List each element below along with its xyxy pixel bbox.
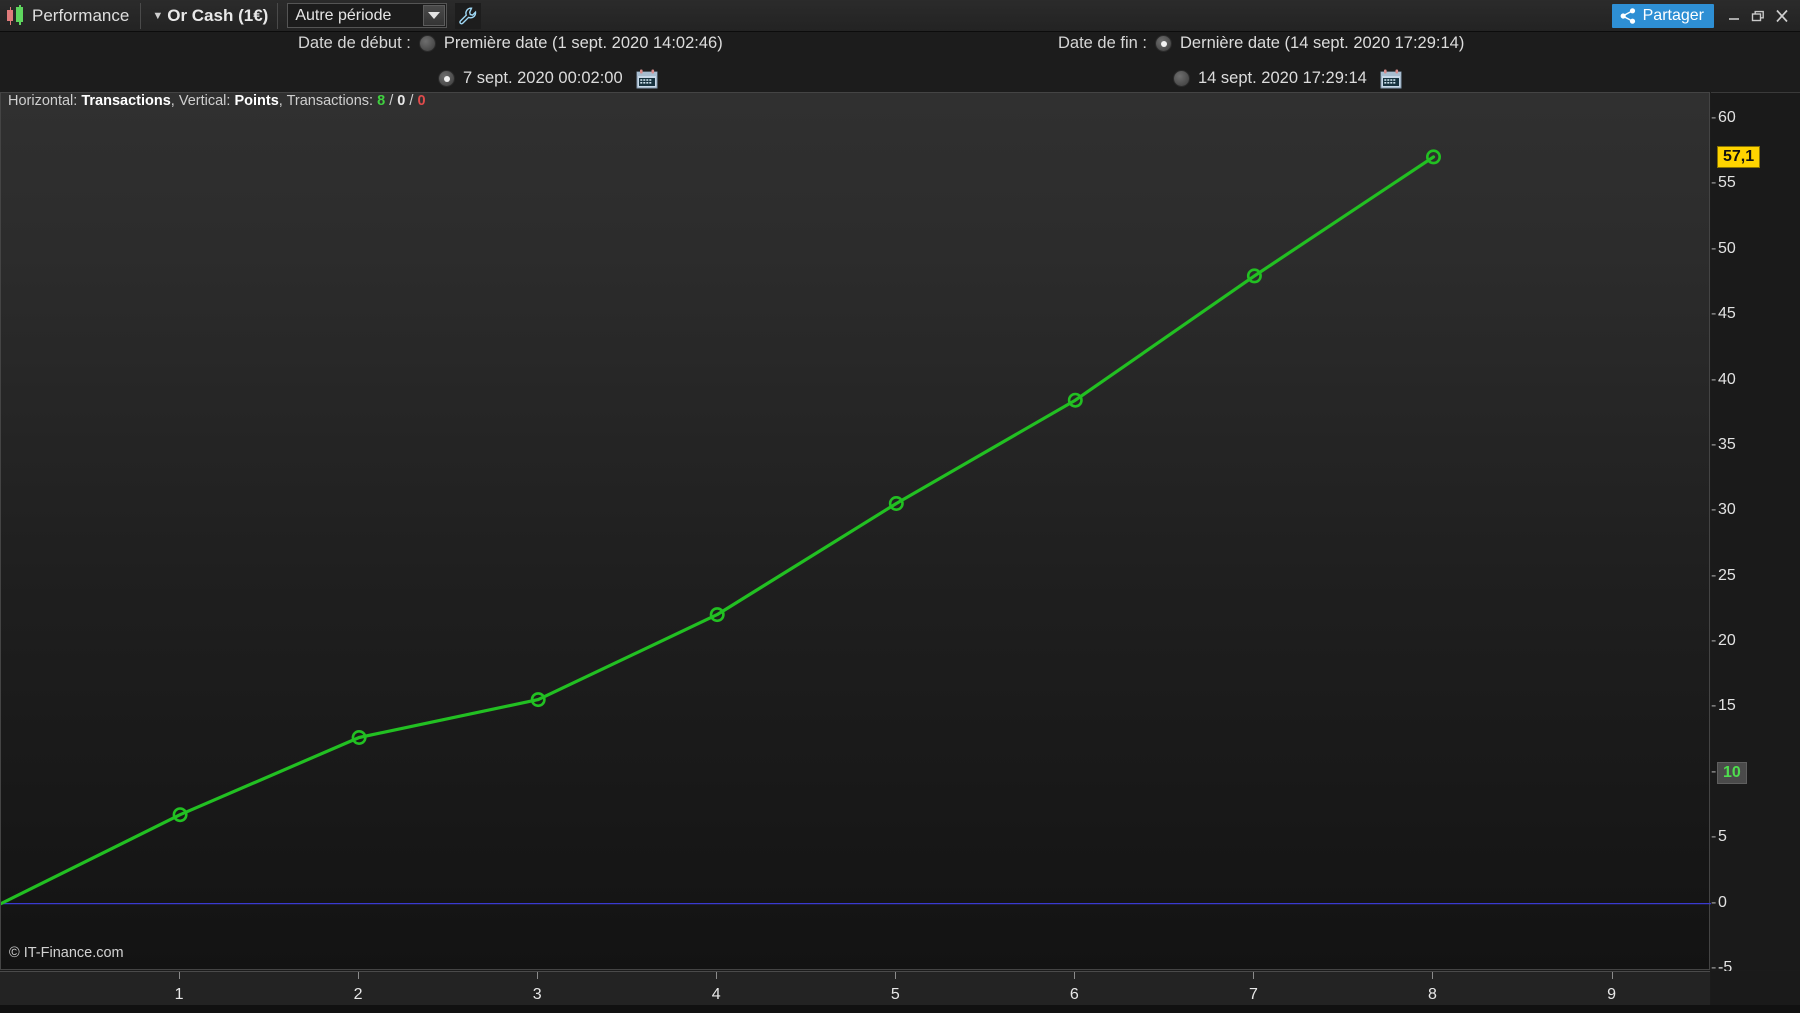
x-axis-tick-label: 6 — [1070, 986, 1079, 1004]
x-axis-tick-label: 3 — [533, 986, 542, 1004]
page-title: Performance — [30, 6, 137, 26]
app-identity: Performance — [0, 0, 137, 32]
share-nodes-icon — [1619, 7, 1637, 25]
x-axis-tick-label: 2 — [354, 986, 363, 1004]
y-axis-tick-label: -60 — [1711, 109, 1736, 127]
x-axis-tick-mark — [1612, 972, 1613, 979]
transactions-loss-count: 0 — [417, 93, 425, 109]
y-axis-tick-label: -20 — [1711, 632, 1736, 650]
plot-area[interactable] — [1, 119, 1711, 969]
start-date-first-row: Date de début : Première date (1 sept. 2… — [298, 34, 723, 53]
x-axis-tick-mark — [1253, 972, 1254, 979]
x-axis-tick-mark — [1432, 972, 1433, 979]
y-axis-tick-label: -55 — [1711, 174, 1736, 192]
series-line-points — [1, 157, 1434, 904]
chevron-down-icon[interactable]: ▼ — [144, 10, 163, 22]
y-axis-tick-label: -30 — [1711, 501, 1736, 519]
x-axis-tick-mark — [716, 972, 717, 979]
instrument-label: Or Cash (1€) — [163, 6, 274, 26]
start-first-date-text: Première date (1 sept. 2020 14:02:46) — [444, 34, 723, 53]
transactions-label: , Transactions: — [279, 93, 377, 109]
restore-button[interactable] — [1746, 2, 1770, 30]
end-custom-date-text: 14 sept. 2020 17:29:14 — [1198, 69, 1367, 88]
instrument-selector[interactable]: ▼ Or Cash (1€) — [144, 0, 274, 32]
x-axis-tick-mark — [1074, 972, 1075, 979]
horizontal-label: Horizontal: — [8, 93, 77, 109]
title-bar: Performance ▼ Or Cash (1€) Autre période… — [0, 0, 1800, 32]
end-date-custom-row: 14 sept. 2020 17:29:14 — [1165, 68, 1401, 88]
start-custom-date-text: 7 sept. 2020 00:02:00 — [463, 69, 623, 88]
x-axis-tick-mark — [895, 972, 896, 979]
x-axis-tick-mark — [358, 972, 359, 979]
y-axis-tick-label: -0 — [1711, 894, 1727, 912]
start-date-custom-row: 7 sept. 2020 00:02:00 — [430, 68, 657, 88]
y-axis-marker-value-badge: 10 — [1717, 762, 1747, 784]
minimize-button[interactable] — [1722, 2, 1746, 30]
y-axis-tick-label: -15 — [1711, 697, 1736, 715]
divider — [277, 3, 278, 29]
end-last-date-text: Dernière date (14 sept. 2020 17:29:14) — [1180, 34, 1464, 53]
x-axis-tick-label: 8 — [1428, 986, 1437, 1004]
x-axis-tick-label: 7 — [1249, 986, 1258, 1004]
chart-pane[interactable]: Horizontal: Transactions, Vertical: Poin… — [0, 92, 1710, 970]
x-axis-tick-label: 1 — [175, 986, 184, 1004]
y-axis-tick-label: -25 — [1711, 567, 1736, 585]
vertical-value: Points — [234, 93, 278, 109]
chart-info-header: Horizontal: Transactions, Vertical: Poin… — [1, 93, 1709, 113]
x-axis-tick-mark — [179, 972, 180, 979]
radio-end-last-date[interactable] — [1155, 35, 1172, 52]
transactions-win-count: 8 — [377, 93, 385, 109]
y-axis[interactable]: -60-55-50-45-40-35-30-25-20-15-10-5-0--5… — [1711, 92, 1800, 970]
end-date-label: Date de fin : — [1058, 34, 1147, 53]
x-axis-tick-label: 9 — [1607, 986, 1616, 1004]
y-axis-tick-label: -40 — [1711, 371, 1736, 389]
x-axis-tick-mark — [537, 972, 538, 979]
transactions-sep-1: / — [385, 93, 397, 109]
bottom-strip — [0, 1005, 1800, 1013]
performance-line-chart — [1, 119, 1711, 969]
window-controls-group: Partager — [1612, 0, 1800, 32]
start-date-label: Date de début : — [298, 34, 411, 53]
share-label: Partager — [1637, 7, 1704, 25]
series-markers — [174, 151, 1440, 821]
horizontal-value: Transactions — [81, 93, 170, 109]
x-axis-tick-label: 4 — [712, 986, 721, 1004]
minimize-icon — [1726, 9, 1742, 23]
y-axis-tick-label: -45 — [1711, 305, 1736, 323]
settings-wrench-button[interactable] — [455, 3, 481, 29]
watermark-label: © IT-Finance.com — [9, 945, 124, 961]
wrench-icon — [458, 6, 478, 26]
period-selected-value: Autre période — [288, 7, 391, 25]
restore-icon — [1750, 9, 1766, 23]
candlestick-icon — [5, 5, 27, 27]
y-axis-tick-label: -50 — [1711, 240, 1736, 258]
end-date-last-row: Date de fin : Dernière date (14 sept. 20… — [1058, 34, 1464, 53]
y-axis-tick-label: -5 — [1711, 828, 1727, 846]
divider — [140, 3, 141, 29]
transactions-sep-2: / — [405, 93, 417, 109]
radio-start-first-date[interactable] — [419, 35, 436, 52]
radio-end-custom-date[interactable] — [1173, 70, 1190, 87]
date-range-bar: Date de début : Première date (1 sept. 2… — [0, 32, 1800, 92]
chevron-down-icon[interactable] — [423, 5, 445, 26]
close-icon — [1773, 8, 1791, 24]
x-axis-tick-label: 5 — [891, 986, 900, 1004]
share-button[interactable]: Partager — [1612, 4, 1714, 28]
close-button[interactable] — [1770, 2, 1794, 30]
y-axis-tick-label: -35 — [1711, 436, 1736, 454]
calendar-icon[interactable] — [635, 68, 657, 88]
radio-start-custom-date[interactable] — [438, 70, 455, 87]
y-axis-current-value-badge: 57,1 — [1717, 146, 1760, 168]
calendar-icon[interactable] — [1379, 68, 1401, 88]
vertical-label: , Vertical: — [171, 93, 231, 109]
period-dropdown[interactable]: Autre période — [287, 3, 447, 28]
